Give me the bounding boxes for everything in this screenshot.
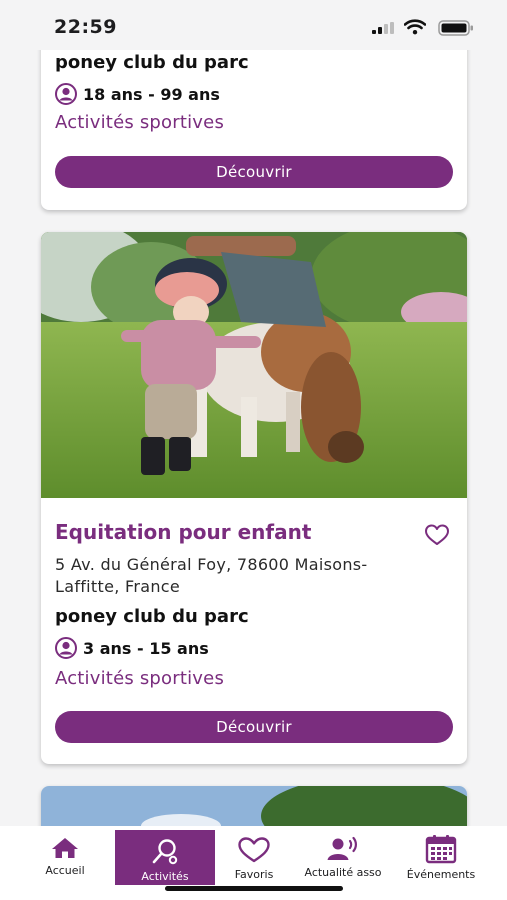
nav-label: Actualité asso [304, 866, 382, 879]
activities-screen: 22:59 poney club du parc 18 ans - 99 ans… [0, 0, 507, 900]
age-range-text: 18 ans - 99 ans [83, 84, 220, 104]
status-bar: 22:59 [0, 0, 507, 50]
nav-label: Favoris [234, 868, 274, 881]
activity-card[interactable]: Equitation pour enfant 5 Av. du Général … [41, 232, 467, 764]
nav-item-activities[interactable]: Activités [115, 830, 215, 885]
nav-item-favorites[interactable]: Favoris [222, 826, 286, 884]
nav-label: Accueil [45, 864, 85, 877]
activity-photo [41, 232, 467, 498]
signal-icon [372, 22, 394, 34]
nav-label: Activités [141, 870, 189, 883]
club-name: poney club du parc [55, 52, 249, 73]
nav-item-home[interactable]: Accueil [32, 826, 98, 884]
age-range: 3 ans - 15 ans [55, 636, 209, 660]
home-indicator[interactable] [165, 886, 343, 891]
discover-button[interactable]: Découvrir [55, 156, 453, 188]
child-with-pony-photo [41, 232, 467, 498]
category-label: Activités sportives [55, 668, 225, 689]
heart-icon [238, 837, 270, 863]
person-icon [55, 83, 77, 105]
discover-button[interactable]: Découvrir [55, 711, 453, 743]
heart-outline-icon[interactable] [424, 523, 450, 547]
activity-title: Equitation pour enfant [55, 520, 312, 544]
status-time: 22:59 [54, 16, 117, 38]
wifi-icon [404, 19, 426, 35]
search-activity-icon [152, 839, 178, 865]
battery-icon [438, 20, 473, 36]
person-icon [55, 637, 77, 659]
club-name: poney club du parc [55, 606, 249, 627]
age-range-text: 3 ans - 15 ans [83, 638, 209, 658]
nav-item-news[interactable]: Actualité asso [295, 826, 391, 884]
age-range: 18 ans - 99 ans [55, 82, 220, 106]
home-icon [52, 838, 78, 858]
nav-item-events[interactable]: Événements [398, 826, 484, 884]
nav-label: Événements [406, 868, 476, 881]
category-label: Activités sportives [55, 112, 225, 133]
activity-address: 5 Av. du Général Foy, 78600 Maisons-Laff… [55, 555, 368, 596]
calendar-icon [425, 835, 457, 864]
announcement-icon [327, 836, 357, 860]
